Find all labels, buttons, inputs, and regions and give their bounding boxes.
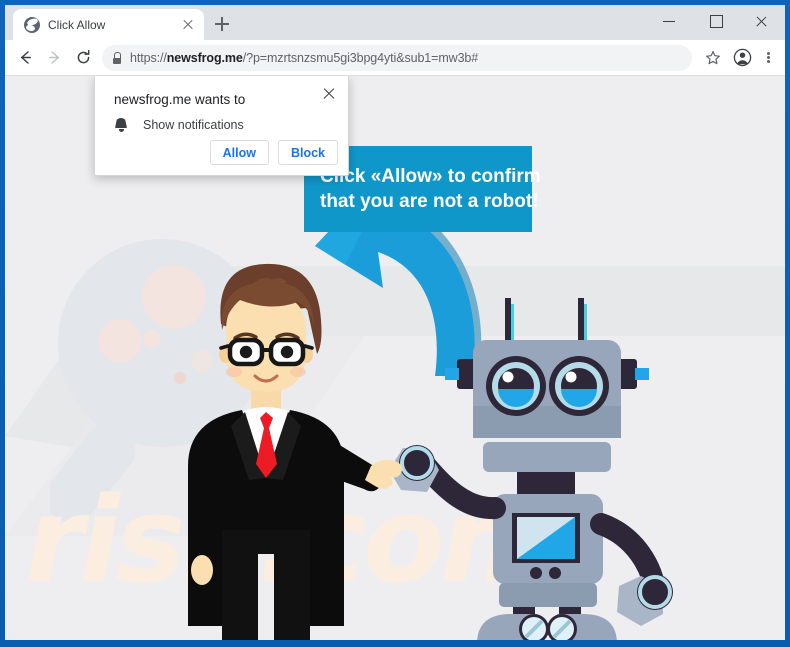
browser-tab[interactable]: Click Allow xyxy=(13,9,204,40)
tab-title: Click Allow xyxy=(48,17,106,32)
tab-strip: Click Allow xyxy=(5,5,785,40)
window-frame: Click Allow https://newsfrog.me/?p=mzrts… xyxy=(0,0,790,647)
permission-request-row: Show notifications xyxy=(114,117,244,132)
new-tab-button[interactable] xyxy=(208,10,236,38)
permission-dialog-title: newsfrog.me wants to xyxy=(114,92,246,107)
block-button[interactable]: Block xyxy=(277,140,338,165)
close-icon[interactable] xyxy=(320,84,338,102)
man-in-suit-illustration xyxy=(188,263,403,640)
bell-icon xyxy=(114,117,128,132)
address-bar[interactable]: https://newsfrog.me/?p=mzrtsnzsmu5gi3bpg… xyxy=(102,44,692,71)
notification-permission-dialog: newsfrog.me wants to Show notifications … xyxy=(94,76,349,176)
page-viewport: risk.com xyxy=(5,76,785,640)
profile-avatar-icon[interactable] xyxy=(728,44,756,72)
lock-icon xyxy=(110,51,123,64)
permission-label: Show notifications xyxy=(143,117,244,132)
menu-dot xyxy=(766,60,770,64)
browser-window: Click Allow https://newsfrog.me/?p=mzrts… xyxy=(5,5,785,640)
headline-line-1: Click «Allow» to confirm xyxy=(320,166,541,187)
browser-toolbar: https://newsfrog.me/?p=mzrtsnzsmu5gi3bpg… xyxy=(5,40,785,76)
robot-illustration xyxy=(389,298,673,640)
window-controls xyxy=(647,5,785,37)
three-dot-menu-icon[interactable] xyxy=(757,44,779,72)
close-window-button[interactable] xyxy=(739,5,785,37)
bookmark-star-icon[interactable] xyxy=(699,44,727,72)
reload-icon[interactable] xyxy=(69,44,97,72)
menu-dot xyxy=(766,51,770,55)
url-text: https://newsfrog.me/?p=mzrtsnzsmu5gi3bpg… xyxy=(130,50,479,65)
close-tab-icon[interactable] xyxy=(180,17,196,33)
globe-icon xyxy=(24,16,40,33)
forward-icon[interactable] xyxy=(40,44,68,72)
maximize-button[interactable] xyxy=(693,5,739,37)
permission-dialog-buttons: Allow Block xyxy=(209,140,338,165)
menu-dot xyxy=(766,56,770,59)
minimize-button[interactable] xyxy=(647,5,693,37)
back-icon[interactable] xyxy=(11,44,39,72)
headline-line-2: that you are not a robot! xyxy=(320,191,539,212)
allow-button[interactable]: Allow xyxy=(209,140,269,165)
